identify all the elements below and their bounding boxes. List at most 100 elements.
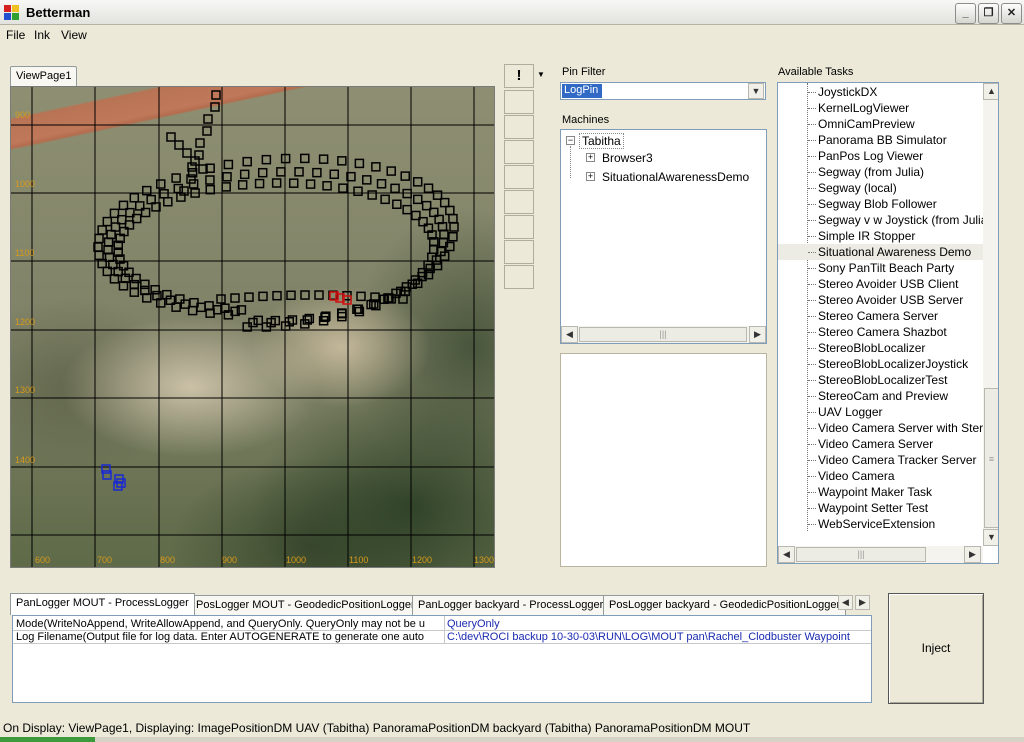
horizontal-scrollbar[interactable]: ◀ ||| ▶ bbox=[561, 326, 766, 343]
dropdown-arrow-icon[interactable]: ▼ bbox=[535, 64, 547, 88]
menu-ink[interactable]: Ink bbox=[34, 28, 50, 42]
tab-viewpage1[interactable]: ViewPage1 bbox=[10, 66, 78, 86]
track-square bbox=[171, 173, 181, 183]
chevron-down-icon[interactable]: ▼ bbox=[748, 83, 764, 99]
tool-button-1[interactable] bbox=[504, 90, 534, 114]
tool-button-8[interactable] bbox=[504, 265, 534, 289]
exclamation-icon[interactable]: ! bbox=[504, 64, 534, 88]
task-item[interactable]: UAV Logger bbox=[778, 404, 983, 420]
track-square bbox=[202, 126, 212, 136]
track-square bbox=[254, 178, 265, 189]
y-tick-label: 1100 bbox=[15, 248, 34, 258]
tool-button-4[interactable] bbox=[504, 165, 534, 189]
task-item[interactable]: Waypoint Setter Test bbox=[778, 500, 983, 516]
track-square bbox=[222, 172, 232, 182]
track-square bbox=[423, 183, 434, 193]
pin-filter-label: Pin Filter bbox=[562, 66, 606, 78]
map-view[interactable]: 900 1000 1100 1200 1300 1400 600 700 800 900 1000… bbox=[10, 86, 495, 568]
scroll-thumb[interactable]: ||| bbox=[579, 327, 747, 342]
x-tick-label: 900 bbox=[222, 555, 237, 565]
scroll-left-icon[interactable]: ◀ bbox=[778, 546, 795, 563]
pin-filter-select[interactable]: LogPin ▼ bbox=[560, 82, 766, 100]
tree-node-situational[interactable]: SituationalAwarenessDemo bbox=[602, 170, 766, 184]
tree-node-root[interactable]: Tabitha bbox=[579, 133, 624, 149]
scroll-right-icon[interactable]: ▶ bbox=[749, 326, 766, 343]
restore-icon[interactable]: ❐ bbox=[978, 3, 999, 24]
task-item[interactable]: Waypoint Maker Task bbox=[778, 484, 983, 500]
track-square bbox=[239, 169, 250, 180]
vertical-scrollbar[interactable]: ▲ ≡ ▼ bbox=[983, 83, 998, 546]
parameter-grid[interactable]: Mode(WriteNoAppend, WriteAllowAppend, an… bbox=[12, 615, 872, 703]
horizontal-scrollbar[interactable]: ◀ ||| ▶ bbox=[778, 546, 983, 563]
task-item[interactable]: Segway (local) bbox=[778, 180, 983, 196]
track-square bbox=[312, 167, 322, 178]
task-item[interactable]: Situational Awareness Demo bbox=[778, 244, 983, 260]
task-item[interactable]: Video Camera bbox=[778, 468, 983, 484]
scroll-left-icon[interactable]: ◀ bbox=[561, 326, 578, 343]
tool-button-7[interactable] bbox=[504, 240, 534, 264]
tab-scroll-left-icon[interactable]: ◀ bbox=[838, 595, 853, 610]
task-item[interactable]: Stereo Avoider USB Client bbox=[778, 276, 983, 292]
menu-view[interactable]: View bbox=[61, 28, 87, 42]
task-item[interactable]: StereoBlobLocalizer bbox=[778, 340, 983, 356]
track-square bbox=[353, 186, 363, 197]
task-item[interactable]: Stereo Avoider USB Server bbox=[778, 292, 983, 308]
map-overlay: 900 1000 1100 1200 1300 1400 600 700 800 900 1000… bbox=[11, 87, 494, 567]
menu-file[interactable]: File bbox=[6, 28, 25, 42]
minimize-icon[interactable]: _ bbox=[955, 3, 976, 24]
task-item[interactable]: Video Camera Tracker Server bbox=[778, 452, 983, 468]
task-item[interactable]: WebServiceExtension bbox=[778, 516, 983, 532]
track-square bbox=[288, 178, 299, 188]
track-square bbox=[380, 194, 390, 205]
tab-poslogger-backyard[interactable]: PosLogger backyard - GeodedicPositionLog… bbox=[603, 595, 847, 615]
task-item[interactable]: Simple IR Stopper bbox=[778, 228, 983, 244]
task-item[interactable]: Segway (from Julia) bbox=[778, 164, 983, 180]
collapse-icon[interactable]: − bbox=[566, 136, 575, 145]
task-item[interactable]: JoystickDX bbox=[778, 84, 983, 100]
scroll-thumb[interactable]: ≡ bbox=[984, 388, 998, 528]
tab-panlogger-backyard[interactable]: PanLogger backyard - ProcessLogger bbox=[412, 595, 610, 615]
track-square bbox=[94, 250, 104, 261]
track-square bbox=[182, 148, 192, 158]
task-item[interactable]: KernelLogViewer bbox=[778, 100, 983, 116]
tab-poslogger-mout[interactable]: PosLogger MOUT - GeodedicPositionLogger bbox=[190, 595, 421, 615]
task-item[interactable]: OmniCamPreview bbox=[778, 116, 983, 132]
task-item[interactable]: Video Camera Server with Stereo bbox=[778, 420, 983, 436]
task-item[interactable]: Video Camera Server bbox=[778, 436, 983, 452]
scroll-up-icon[interactable]: ▲ bbox=[983, 83, 998, 100]
task-item[interactable]: Stereo Camera Server bbox=[778, 308, 983, 324]
machines-tree[interactable]: − Tabitha + Browser3 + SituationalAwaren… bbox=[560, 129, 767, 344]
tab-panlogger-mout[interactable]: PanLogger MOUT - ProcessLogger bbox=[10, 593, 195, 615]
task-item[interactable]: Sony PanTilt Beach Party bbox=[778, 260, 983, 276]
close-icon[interactable]: ✕ bbox=[1001, 3, 1022, 24]
track-square bbox=[102, 216, 113, 227]
task-item[interactable]: StereoCam and Preview bbox=[778, 388, 983, 404]
track-square bbox=[412, 177, 423, 187]
tool-button-2[interactable] bbox=[504, 115, 534, 139]
track-square bbox=[103, 237, 114, 247]
inject-button[interactable]: Inject bbox=[888, 593, 984, 704]
track-square bbox=[230, 293, 240, 303]
x-tick-label: 1200 bbox=[412, 555, 432, 565]
task-item[interactable]: Panorama BB Simulator bbox=[778, 132, 983, 148]
task-item[interactable]: PanPos Log Viewer bbox=[778, 148, 983, 164]
scroll-right-icon[interactable]: ▶ bbox=[964, 546, 981, 563]
expand-icon[interactable]: + bbox=[586, 172, 595, 181]
tree-node-browser[interactable]: Browser3 bbox=[602, 151, 653, 165]
tool-button-3[interactable] bbox=[504, 140, 534, 164]
track-square bbox=[216, 294, 226, 304]
task-item[interactable]: Stereo Camera Shazbot bbox=[778, 324, 983, 340]
task-item[interactable]: StereoBlobLocalizerTest bbox=[778, 372, 983, 388]
task-item[interactable]: StereoBlobLocalizerJoystick bbox=[778, 356, 983, 372]
available-tasks-tree[interactable]: JoystickDX KernelLogViewer OmniCamPreview P… bbox=[777, 82, 999, 564]
tab-scroll-right-icon[interactable]: ▶ bbox=[855, 595, 870, 610]
task-item[interactable]: Segway Blob Follower bbox=[778, 196, 983, 212]
track-square bbox=[338, 183, 348, 193]
scroll-down-icon[interactable]: ▼ bbox=[983, 529, 998, 546]
task-item[interactable]: Segway v w Joystick (from Julia) bbox=[778, 212, 983, 228]
tree-root-label: Tabitha bbox=[582, 134, 621, 148]
expand-icon[interactable]: + bbox=[586, 153, 595, 162]
tool-button-6[interactable] bbox=[504, 215, 534, 239]
tool-button-5[interactable] bbox=[504, 190, 534, 214]
scroll-thumb[interactable]: ||| bbox=[796, 547, 926, 562]
